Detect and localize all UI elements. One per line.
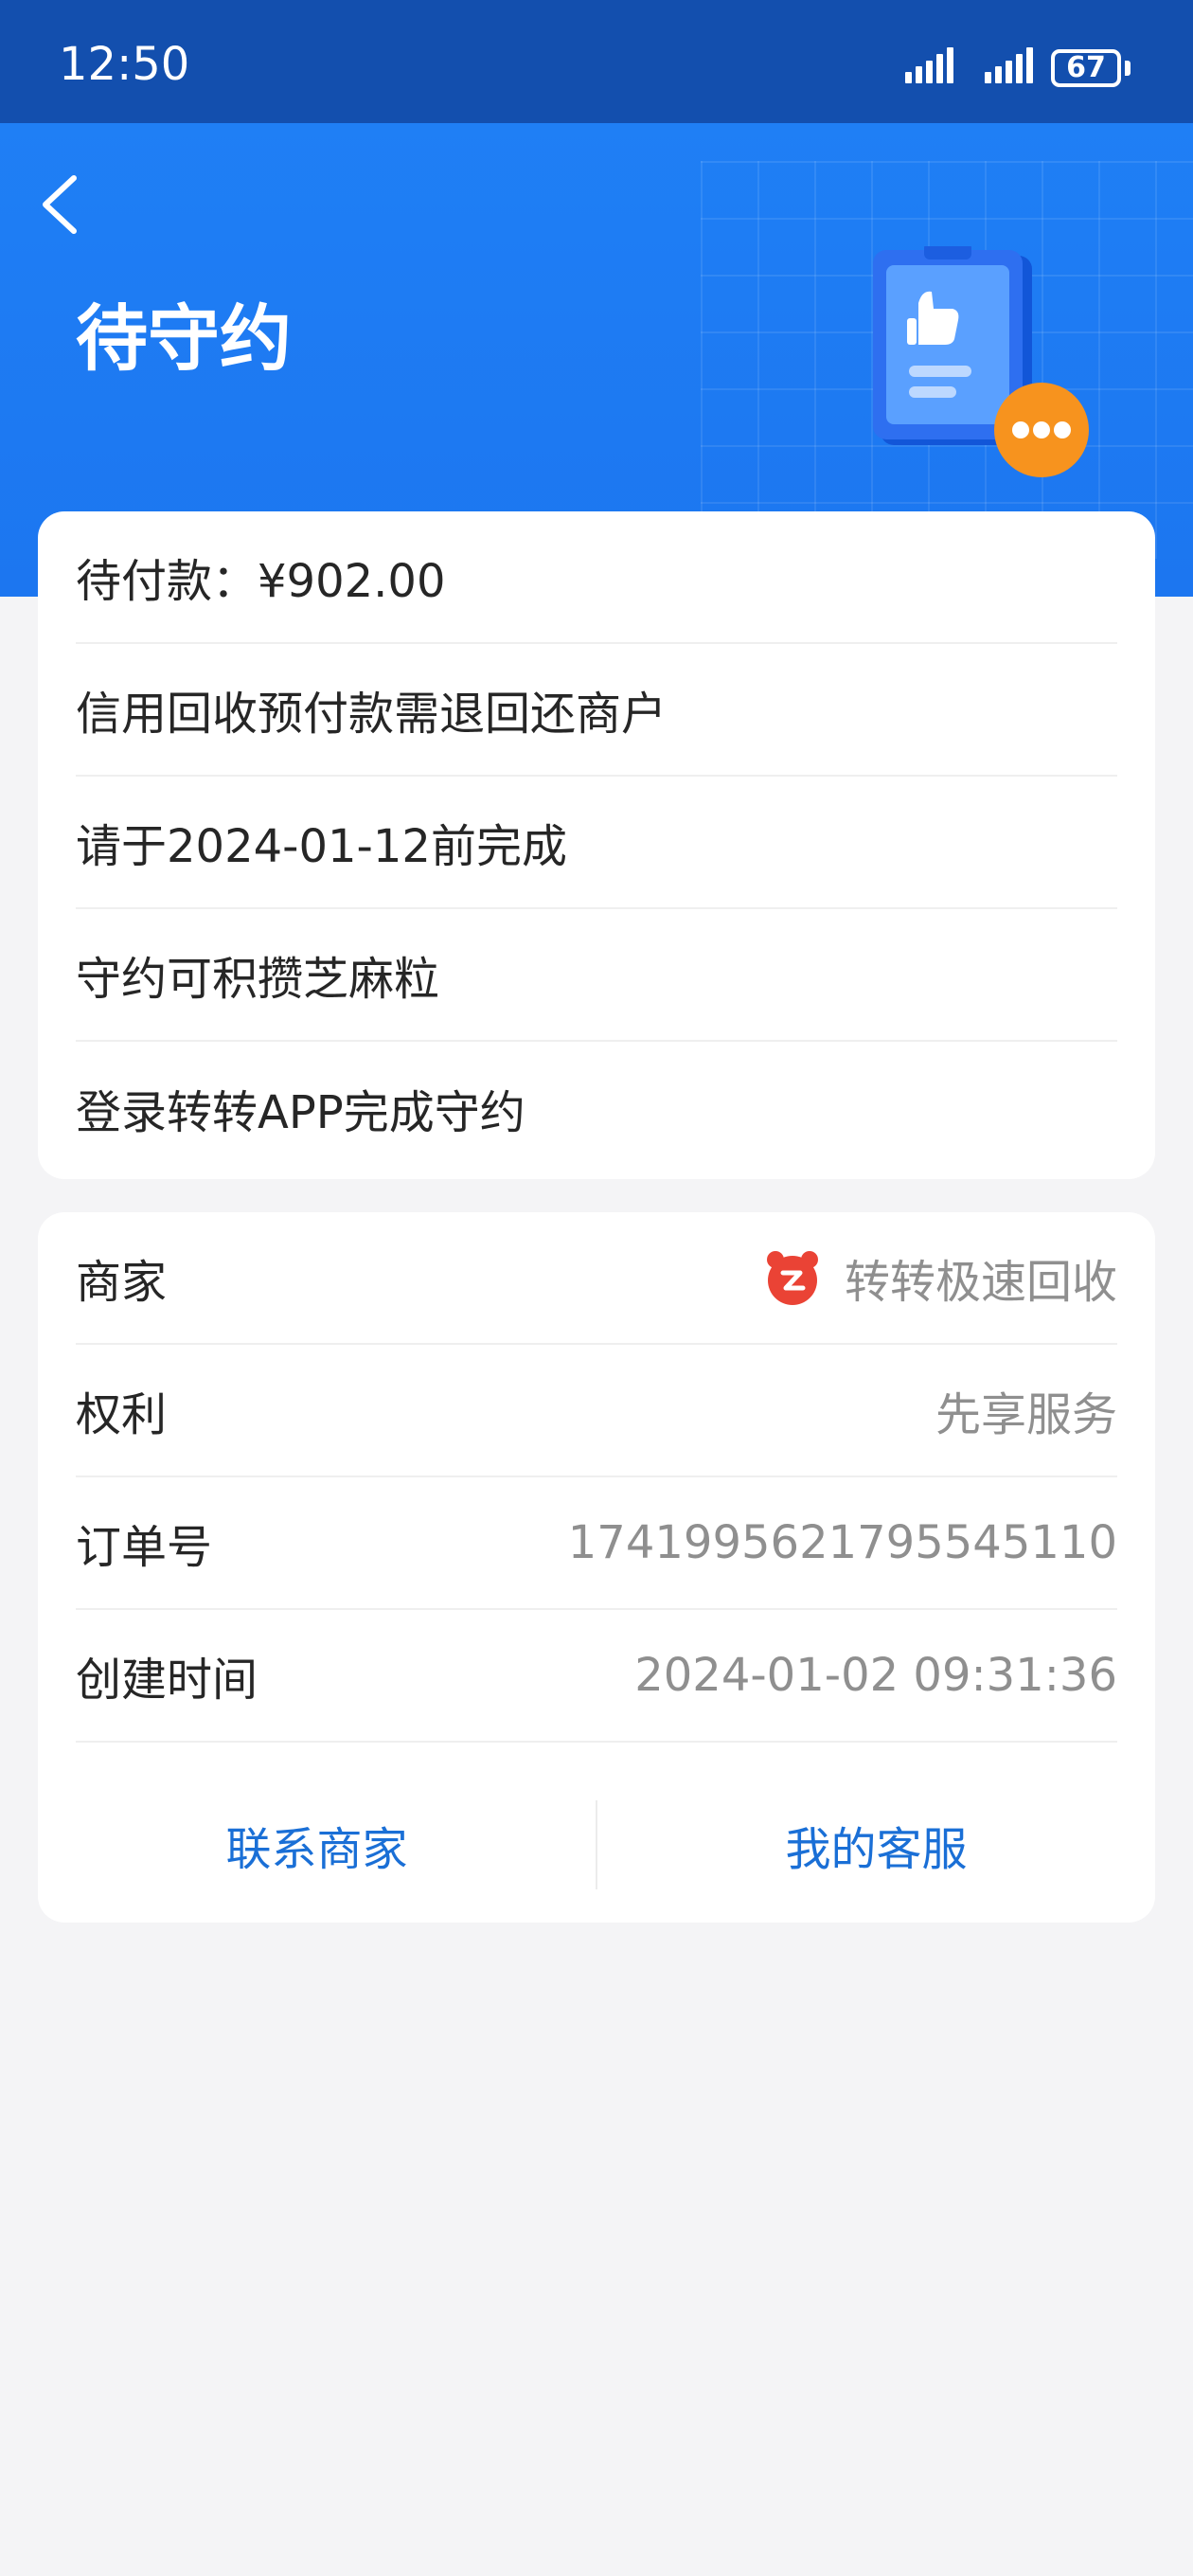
status-bar: 12:50 67 [0,0,1193,123]
page-title: 待守约 [76,296,292,381]
merchant-label: 商家 [76,1256,168,1309]
customer-service-button[interactable]: 我的客服 [597,1767,1155,1923]
battery-tip [1125,61,1131,76]
action-button-row: 联系商家 我的客服 [38,1767,1155,1923]
back-button[interactable] [34,165,91,241]
rights-label: 权利 [76,1388,168,1441]
created-time-label: 创建时间 [76,1654,258,1707]
order-number-value: 1741995621795545110 [567,1516,1117,1569]
notice-app-text: 登录转转APP完成守约 [76,1086,525,1139]
notice-amount-row: 待付款：¥902.00 [76,511,1117,644]
battery-icon: 67 [1051,49,1121,87]
notice-refund-text: 信用回收预付款需退回还商户 [76,688,668,741]
signal-icon-secondary [985,44,1036,83]
chevron-left-icon [43,175,77,234]
merchant-row[interactable]: 商家 转转极速回收 [76,1212,1117,1345]
created-time-value: 2024-01-02 09:31:36 [634,1649,1117,1702]
rights-row: 权利 先享服务 [76,1345,1117,1477]
contact-merchant-button[interactable]: 联系商家 [38,1767,596,1923]
order-number-label: 订单号 [76,1521,213,1574]
merchant-value-wrap: 转转极速回收 [763,1244,1117,1311]
notice-card: 待付款：¥902.00 信用回收预付款需退回还商户 请于2024-01-12前完… [38,511,1155,1179]
zhuanzhuan-logo-icon [766,1251,818,1305]
notice-reward-row: 守约可积攒芝麻粒 [76,909,1117,1042]
created-time-row: 创建时间 2024-01-02 09:31:36 [76,1610,1117,1743]
notice-refund-row: 信用回收预付款需退回还商户 [76,644,1117,777]
notice-deadline-row: 请于2024-01-12前完成 [76,777,1117,909]
notice-reward-text: 守约可积攒芝麻粒 [76,953,440,1006]
merchant-name: 转转极速回收 [844,1256,1117,1309]
notice-amount: 待付款：¥902.00 [76,555,446,608]
notice-app-row: 登录转转APP完成守约 [76,1042,1117,1174]
notice-deadline-text: 请于2024-01-12前完成 [76,820,567,873]
signal-icon [905,44,956,83]
rights-value: 先享服务 [935,1388,1117,1441]
order-info-card: 商家 转转极速回收 权利 先享服务 订单号 174199562179554511… [38,1212,1155,1923]
status-time: 12:50 [59,38,190,91]
order-number-row: 订单号 1741995621795545110 [76,1477,1117,1610]
